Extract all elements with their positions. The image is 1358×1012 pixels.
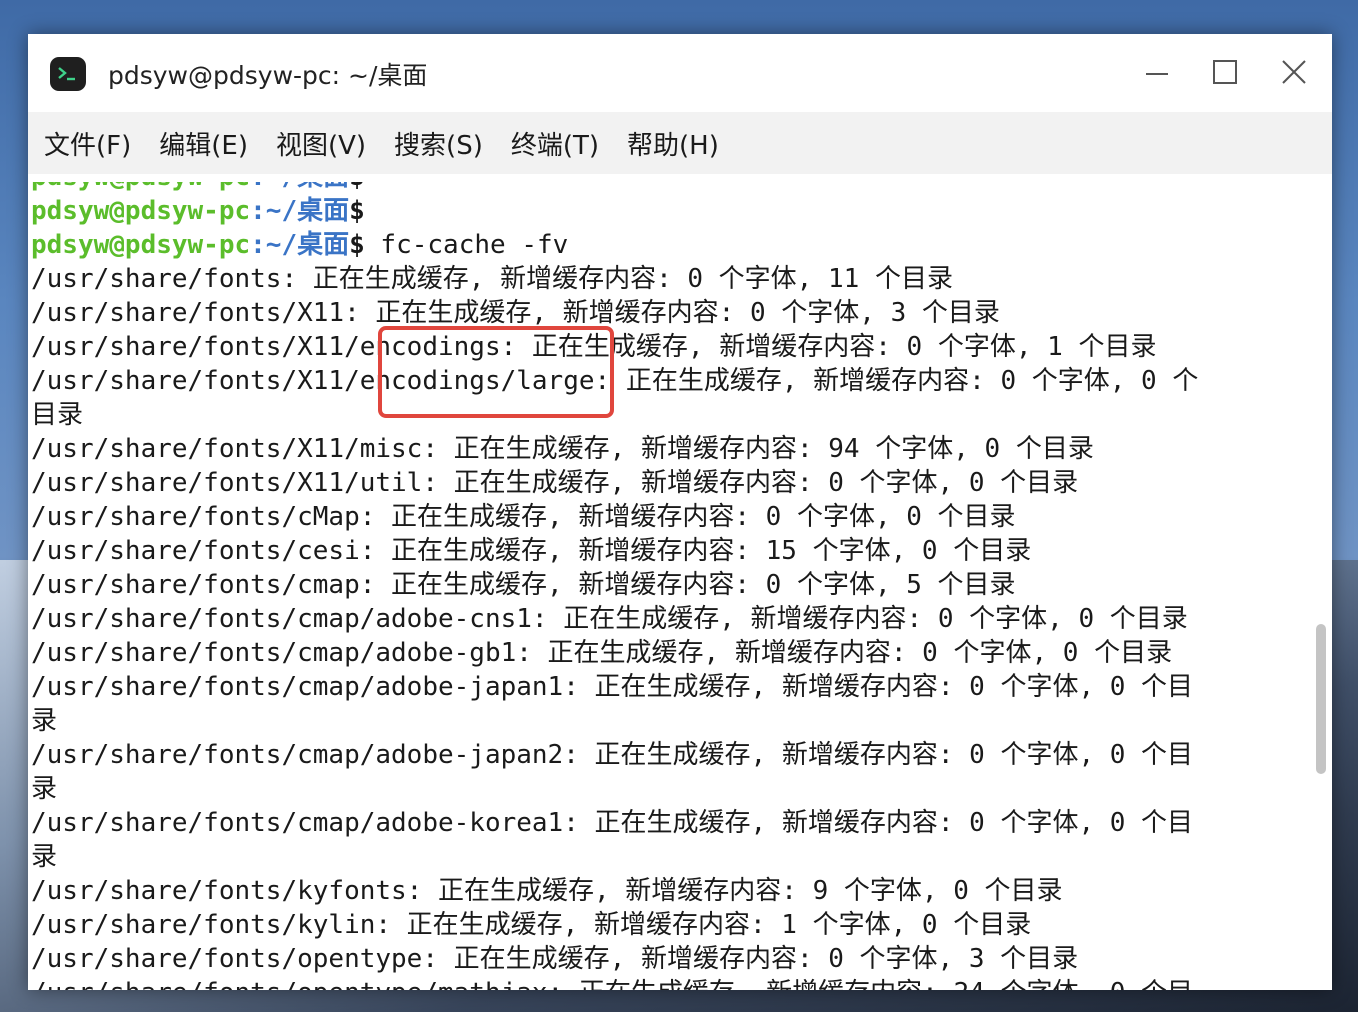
menu-search[interactable]: 搜索(S): [384, 125, 495, 162]
prompt-user: pdsyw@pdsyw-pc: [31, 230, 251, 260]
output-line: 录: [31, 842, 58, 872]
prompt-dollar: $: [349, 196, 365, 226]
output-line: /usr/share/fonts/opentype/mathjax: 正在生成缓…: [31, 976, 1311, 990]
output-line: /usr/share/fonts: 正在生成缓存, 新增缓存内容: 0 个字体,…: [31, 264, 953, 294]
output-line: 目录: [31, 400, 84, 430]
terminal-lines: pdsyw@pdsyw-pc:~/桌面$ pdsyw@pdsyw-pc:~/桌面…: [31, 174, 1311, 990]
close-button[interactable]: [1277, 58, 1311, 88]
prompt-path: :~/桌面: [250, 196, 350, 226]
maximize-button[interactable]: [1208, 58, 1242, 88]
output-line: /usr/share/fonts/kyfonts: 正在生成缓存, 新增缓存内容…: [31, 876, 1063, 906]
output-line: /usr/share/fonts/cmap: 正在生成缓存, 新增缓存内容: 0…: [31, 570, 1016, 600]
output-line: /usr/share/fonts/kylin: 正在生成缓存, 新增缓存内容: …: [31, 910, 1032, 940]
terminal-output-area[interactable]: pdsyw@pdsyw-pc:~/桌面$ pdsyw@pdsyw-pc:~/桌面…: [28, 174, 1332, 990]
title-bar[interactable]: pdsyw@pdsyw-pc: ~/桌面: [28, 34, 1332, 112]
prompt-line: pdsyw@pdsyw-pc:~/桌面$: [31, 194, 1311, 228]
output-line: 录: [31, 774, 58, 804]
menu-view[interactable]: 视图(V): [266, 125, 378, 162]
output-line: /usr/share/fonts/X11/encodings/large: 正在…: [31, 366, 1199, 396]
prompt-dollar: $: [349, 230, 365, 260]
terminal-icon: [50, 57, 86, 91]
output-line: /usr/share/fonts/cmap/adobe-cns1: 正在生成缓存…: [31, 604, 1188, 634]
menu-edit[interactable]: 编辑(E): [149, 125, 260, 162]
output-line: /usr/share/fonts/X11/misc: 正在生成缓存, 新增缓存内…: [31, 434, 1094, 464]
maximize-icon: [1213, 60, 1237, 84]
prompt-path: :~/桌面: [250, 230, 350, 260]
output-line: /usr/share/fonts/cmap/adobe-japan1: 正在生成…: [31, 672, 1194, 702]
menu-bar: 文件(F) 编辑(E) 视图(V) 搜索(S) 终端(T) 帮助(H): [28, 112, 1332, 174]
command-line: pdsyw@pdsyw-pc:~/桌面$ fc-cache -fv: [31, 228, 1311, 262]
output-line: 录: [31, 706, 58, 736]
scrollbar[interactable]: [1316, 624, 1326, 774]
output-line: /usr/share/fonts/opentype: 正在生成缓存, 新增缓存内…: [31, 944, 1079, 974]
prompt-line: pdsyw@pdsyw-pc:~/桌面$: [31, 174, 1311, 194]
prompt-path: :~/桌面: [250, 174, 350, 192]
menu-help[interactable]: 帮助(H): [617, 125, 731, 162]
minimize-icon: [1146, 73, 1168, 75]
output-line: /usr/share/fonts/cMap: 正在生成缓存, 新增缓存内容: 0…: [31, 502, 1016, 532]
output-line: /usr/share/fonts/cmap/adobe-japan2: 正在生成…: [31, 740, 1194, 770]
output-line: /usr/share/fonts/X11: 正在生成缓存, 新增缓存内容: 0 …: [31, 298, 1000, 328]
command-text: fc-cache -fv: [364, 230, 569, 260]
menu-file[interactable]: 文件(F): [34, 125, 143, 162]
output-line: /usr/share/fonts/X11/util: 正在生成缓存, 新增缓存内…: [31, 468, 1079, 498]
output-line: /usr/share/fonts/cmap/adobe-gb1: 正在生成缓存,…: [31, 638, 1173, 668]
output-line: /usr/share/fonts/X11/encodings: 正在生成缓存, …: [31, 332, 1157, 362]
prompt-dollar: $: [349, 174, 365, 192]
output-block: /usr/share/fonts: 正在生成缓存, 新增缓存内容: 0 个字体,…: [31, 262, 1311, 990]
terminal-window: pdsyw@pdsyw-pc: ~/桌面 文件(F) 编辑(E) 视图(V) 搜…: [28, 34, 1332, 990]
output-line: /usr/share/fonts/cesi: 正在生成缓存, 新增缓存内容: 1…: [31, 536, 1032, 566]
output-line: /usr/share/fonts/cmap/adobe-korea1: 正在生成…: [31, 808, 1194, 838]
close-icon: [1282, 60, 1306, 84]
menu-terminal[interactable]: 终端(T): [501, 125, 611, 162]
window-title: pdsyw@pdsyw-pc: ~/桌面: [108, 61, 428, 90]
minimize-button[interactable]: [1141, 58, 1175, 88]
prompt-user: pdsyw@pdsyw-pc: [31, 174, 251, 192]
prompt-user: pdsyw@pdsyw-pc: [31, 196, 251, 226]
